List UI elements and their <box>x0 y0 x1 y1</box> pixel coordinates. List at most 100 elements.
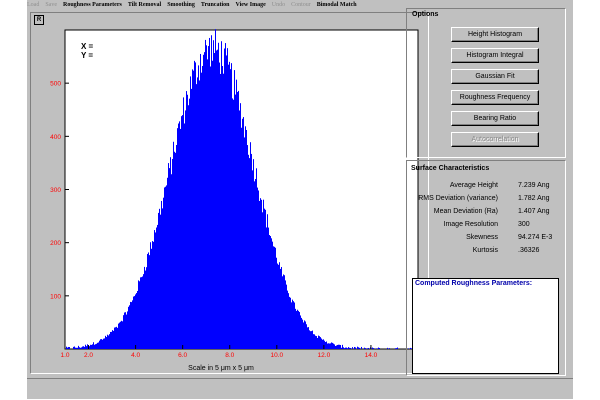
histogram-bar <box>252 170 253 349</box>
menu-roughness-parameters[interactable]: Roughness Parameters <box>63 0 122 11</box>
histogram-bar <box>237 92 238 350</box>
histogram-bar <box>325 342 326 349</box>
histogram-bar <box>266 227 267 349</box>
stat-row: Image Resolution 300 <box>406 219 556 230</box>
histogram-bar <box>129 305 130 349</box>
histogram-bar <box>244 137 245 349</box>
histogram-bar <box>101 339 102 349</box>
histogram-bar <box>135 294 136 349</box>
histogram-bar <box>358 347 359 349</box>
stat-value: 300 <box>518 221 530 228</box>
histogram-bar <box>180 128 181 349</box>
histogram-bar <box>197 77 198 349</box>
histogram-bar <box>378 347 379 349</box>
histogram-bar <box>331 342 332 349</box>
histogram-bar <box>136 293 137 349</box>
histogram-bar <box>238 90 239 349</box>
menu-smoothing[interactable]: Smoothing <box>167 0 195 11</box>
histogram-bar <box>236 79 237 349</box>
y-tick-label: 500 <box>50 81 61 88</box>
histogram-bar <box>157 224 158 349</box>
x-tick-label: 10.0 <box>270 352 283 359</box>
histogram-bar <box>338 344 339 349</box>
status-bar <box>27 378 573 399</box>
histogram-bar <box>130 301 131 349</box>
histogram-bar <box>211 35 212 349</box>
histogram-bar <box>269 235 270 349</box>
computed-roughness-box[interactable]: Computed Roughness Parameters: <box>412 278 559 374</box>
histogram-bar <box>308 327 309 349</box>
histogram-bar <box>113 330 114 349</box>
histogram-bar <box>377 348 378 349</box>
x-tick-label: 6.0 <box>178 352 187 359</box>
histogram-bar <box>123 315 124 349</box>
histogram-bar <box>341 347 342 349</box>
histogram-bar <box>231 63 232 349</box>
histogram-bar <box>224 48 225 350</box>
histogram-bar <box>148 252 149 349</box>
menu-bimodal-match[interactable]: Bimodal Match <box>317 0 357 11</box>
histogram-bar <box>199 80 200 350</box>
histogram-bar <box>120 321 121 349</box>
histogram-bar <box>303 322 304 349</box>
menu-contour[interactable]: Contour <box>291 0 311 11</box>
height-histogram-button[interactable]: Height Histogram <box>451 27 539 42</box>
histogram-bar <box>141 277 142 349</box>
histogram-bar <box>83 346 84 349</box>
histogram-bar <box>232 98 233 349</box>
histogram-bar <box>79 347 80 349</box>
histogram-bar <box>128 306 129 349</box>
histogram-bar <box>379 348 380 349</box>
histogram-bar <box>151 248 152 349</box>
menu-tilt-removal[interactable]: Tilt Removal <box>128 0 161 11</box>
histogram-integral-button[interactable]: Histogram Integral <box>451 48 539 63</box>
histogram-bar <box>184 123 185 349</box>
histogram-bar <box>225 43 226 349</box>
histogram-bar <box>262 212 263 349</box>
histogram-bar <box>293 301 294 349</box>
histogram-bar <box>271 238 272 349</box>
roughness-frequency-button[interactable]: Roughness Frequency <box>451 90 539 105</box>
histogram-bar <box>321 338 322 349</box>
histogram-bar <box>285 280 286 349</box>
histogram-bar <box>163 197 164 349</box>
histogram-bar <box>193 70 194 349</box>
histogram-bar <box>290 297 291 349</box>
x-tick-label: 1.0 <box>60 352 69 359</box>
histogram-bar <box>96 343 97 349</box>
gaussian-fit-button[interactable]: Gaussian Fit <box>451 69 539 84</box>
histogram-bar <box>282 276 283 349</box>
histogram-bar <box>228 64 229 349</box>
menu-load[interactable]: Load <box>27 0 39 11</box>
stat-row: Kurtosis .36326 <box>406 245 556 256</box>
histogram-bar <box>218 42 219 350</box>
histogram-bar <box>288 293 289 349</box>
menu-undo[interactable]: Undo <box>272 0 285 11</box>
histogram-bar <box>119 322 120 349</box>
histogram-bar <box>186 91 187 349</box>
histogram-bar <box>291 302 292 349</box>
autocorrelation-button[interactable]: Autocorrelation <box>451 132 539 147</box>
histogram-bar <box>275 247 276 349</box>
histogram-bar <box>212 60 213 350</box>
reset-button[interactable]: R <box>34 15 44 25</box>
histogram-bar <box>164 187 165 349</box>
y-coordinate-readout: Y = <box>81 51 93 60</box>
menu-truncation[interactable]: Truncation <box>201 0 230 11</box>
menu-view-image[interactable]: View Image <box>235 0 265 11</box>
histogram-bar <box>203 54 204 349</box>
histogram-bar <box>200 53 201 349</box>
histogram-bar <box>191 88 192 350</box>
histogram-bar <box>342 344 343 349</box>
menu-save[interactable]: Save <box>45 0 57 11</box>
histogram-bar <box>326 341 327 349</box>
histogram-bar <box>142 276 143 349</box>
histogram-bar <box>335 345 336 349</box>
histogram-bar <box>336 345 337 349</box>
histogram-bar <box>347 348 348 349</box>
histogram-bar <box>87 344 88 349</box>
histogram-bar <box>277 263 278 349</box>
bearing-ratio-button[interactable]: Bearing Ratio <box>451 111 539 126</box>
histogram-bar <box>91 344 92 349</box>
histogram-bar <box>260 198 261 349</box>
